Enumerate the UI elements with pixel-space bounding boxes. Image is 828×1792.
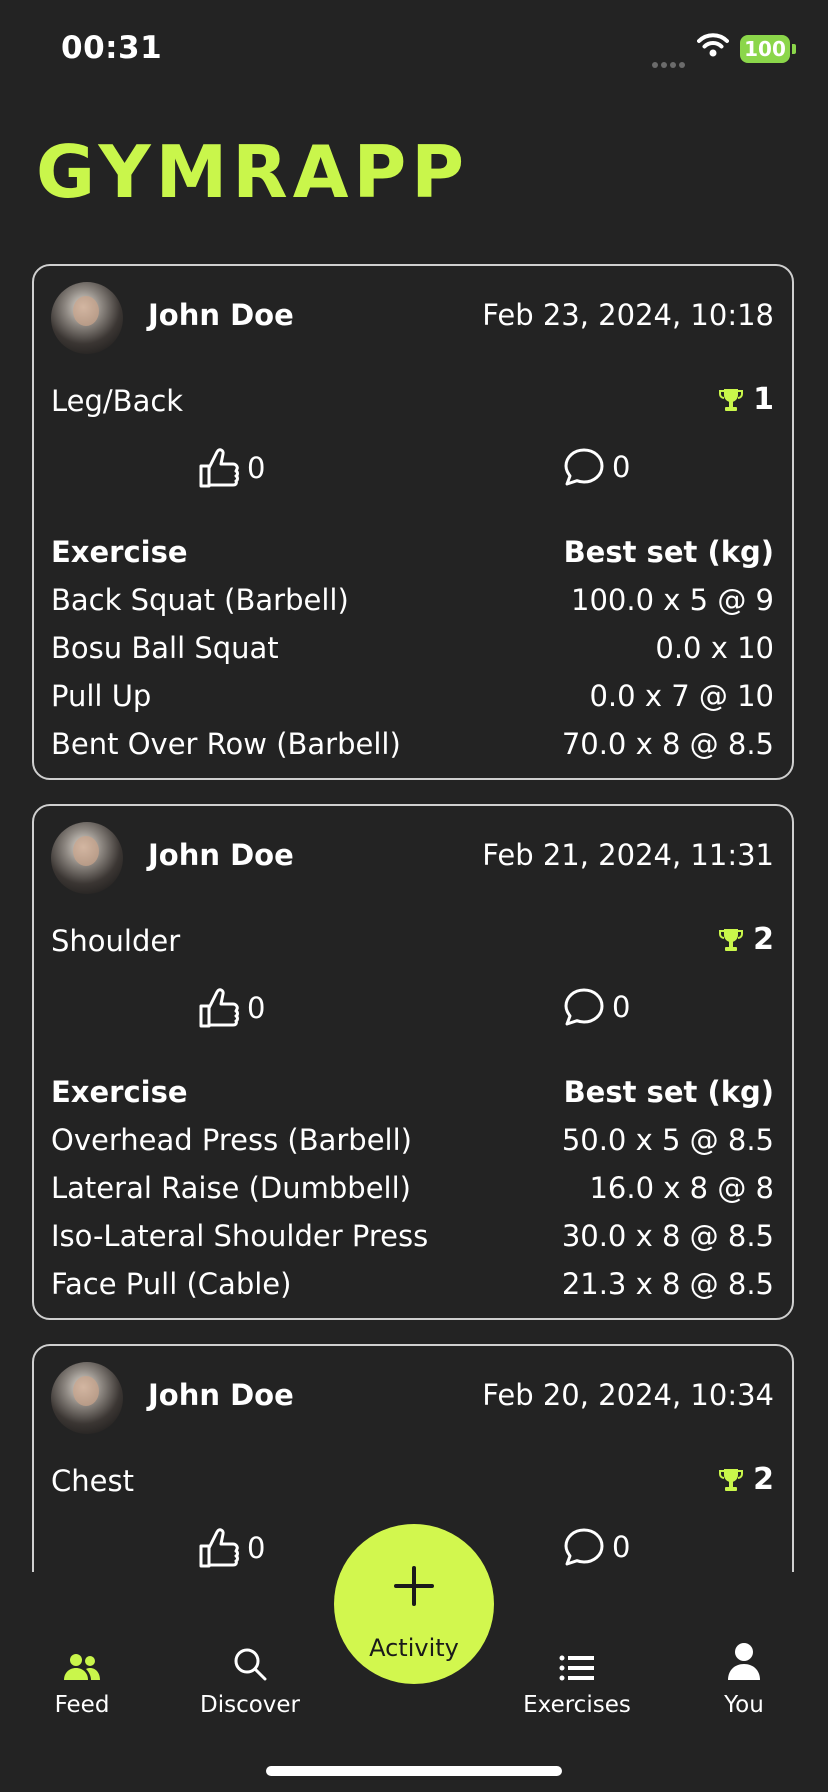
exercise-table: Exercise Best set (kg) Overhead Press (B… bbox=[51, 1068, 774, 1308]
comment-button[interactable]: 0 bbox=[562, 446, 630, 488]
exercise-name: Back Squat (Barbell) bbox=[51, 583, 349, 617]
workout-name: Leg/Back bbox=[51, 384, 184, 418]
thumbs-up-icon bbox=[199, 1528, 239, 1568]
workout-card[interactable]: John Doe Feb 21, 2024, 11:31 Shoulder 2 … bbox=[32, 804, 794, 1320]
add-activity-button[interactable]: Activity bbox=[334, 1524, 494, 1684]
users-icon bbox=[64, 1654, 100, 1680]
exercise-table: Exercise Best set (kg) Back Squat (Barbe… bbox=[51, 528, 774, 768]
comment-count: 0 bbox=[612, 450, 631, 484]
trophy-icon bbox=[719, 1468, 744, 1491]
best-set: 16.0 x 8 @ 8 bbox=[589, 1171, 774, 1205]
exercise-column-header: Exercise bbox=[51, 535, 188, 569]
nav-discover-label: Discover bbox=[199, 1692, 301, 1718]
pr-count: 2 bbox=[753, 922, 774, 957]
comment-count: 0 bbox=[612, 990, 631, 1024]
workout-name: Shoulder bbox=[51, 924, 181, 958]
battery-indicator: 100 bbox=[740, 35, 790, 63]
like-count: 0 bbox=[247, 1531, 266, 1565]
nav-you[interactable]: You bbox=[674, 1632, 814, 1718]
avatar[interactable] bbox=[51, 282, 123, 354]
table-header: Exercise Best set (kg) bbox=[51, 528, 774, 576]
workout-card[interactable]: John Doe Feb 23, 2024, 10:18 Leg/Back 1 … bbox=[32, 264, 794, 780]
workout-date: Feb 20, 2024, 10:34 bbox=[482, 1378, 774, 1412]
workout-date: Feb 21, 2024, 11:31 bbox=[482, 838, 774, 872]
status-bar: 00:31 100 bbox=[0, 0, 828, 100]
search-icon bbox=[234, 1648, 267, 1681]
best-set-column-header: Best set (kg) bbox=[563, 535, 774, 569]
comment-icon bbox=[564, 1528, 604, 1566]
exercise-name: Overhead Press (Barbell) bbox=[51, 1123, 412, 1157]
thumbs-up-icon bbox=[199, 448, 239, 488]
best-set-column-header: Best set (kg) bbox=[563, 1075, 774, 1109]
trophy-icon bbox=[719, 388, 744, 411]
nav-feed[interactable]: Feed bbox=[12, 1632, 152, 1718]
user-name[interactable]: John Doe bbox=[148, 838, 294, 872]
table-row: Back Squat (Barbell) 100.0 x 5 @ 9 bbox=[51, 576, 774, 624]
list-icon bbox=[559, 1655, 594, 1681]
workout-date: Feb 23, 2024, 10:18 bbox=[482, 298, 774, 332]
pr-count: 2 bbox=[753, 1462, 774, 1497]
pr-badge: 2 bbox=[717, 922, 774, 957]
exercise-name: Iso-Lateral Shoulder Press bbox=[51, 1219, 429, 1253]
like-button[interactable]: 0 bbox=[197, 986, 265, 1030]
table-row: Face Pull (Cable) 21.3 x 8 @ 8.5 bbox=[51, 1260, 774, 1308]
exercise-name: Bent Over Row (Barbell) bbox=[51, 727, 401, 761]
nav-you-label: You bbox=[724, 1692, 764, 1718]
table-row: Pull Up 0.0 x 7 @ 10 bbox=[51, 672, 774, 720]
nav-discover[interactable]: Discover bbox=[180, 1632, 320, 1718]
thumbs-up-icon bbox=[199, 988, 239, 1028]
comment-button[interactable]: 0 bbox=[562, 1526, 630, 1568]
comment-icon bbox=[564, 988, 604, 1026]
best-set: 0.0 x 7 @ 10 bbox=[589, 679, 774, 713]
best-set: 50.0 x 5 @ 8.5 bbox=[561, 1123, 774, 1157]
add-activity-label: Activity bbox=[369, 1634, 459, 1662]
best-set: 100.0 x 5 @ 9 bbox=[571, 583, 774, 617]
table-header: Exercise Best set (kg) bbox=[51, 1068, 774, 1116]
workout-name: Chest bbox=[51, 1464, 134, 1498]
like-count: 0 bbox=[247, 451, 266, 485]
feed-list[interactable]: John Doe Feb 23, 2024, 10:18 Leg/Back 1 … bbox=[0, 262, 828, 1572]
exercise-name: Pull Up bbox=[51, 679, 152, 713]
user-name[interactable]: John Doe bbox=[148, 298, 294, 332]
status-time: 00:31 bbox=[61, 30, 163, 66]
like-button[interactable]: 0 bbox=[197, 1526, 265, 1570]
pr-badge: 1 bbox=[717, 382, 774, 417]
avatar[interactable] bbox=[51, 1362, 123, 1434]
best-set: 70.0 x 8 @ 8.5 bbox=[561, 727, 774, 761]
nav-exercises[interactable]: Exercises bbox=[507, 1632, 647, 1718]
trophy-icon bbox=[719, 928, 744, 951]
user-icon bbox=[728, 1643, 760, 1680]
exercise-column-header: Exercise bbox=[51, 1075, 188, 1109]
table-row: Overhead Press (Barbell) 50.0 x 5 @ 8.5 bbox=[51, 1116, 774, 1164]
best-set: 0.0 x 10 bbox=[655, 631, 774, 665]
battery-tip bbox=[792, 44, 796, 54]
exercise-name: Face Pull (Cable) bbox=[51, 1267, 292, 1301]
app-title: GYMRAPP bbox=[36, 130, 470, 214]
table-row: Bent Over Row (Barbell) 70.0 x 8 @ 8.5 bbox=[51, 720, 774, 768]
nav-feed-label: Feed bbox=[54, 1692, 110, 1718]
nav-exercises-label: Exercises bbox=[523, 1692, 631, 1718]
wifi-icon bbox=[697, 32, 729, 62]
avatar[interactable] bbox=[51, 822, 123, 894]
home-indicator[interactable] bbox=[266, 1766, 562, 1776]
comment-button[interactable]: 0 bbox=[562, 986, 630, 1028]
exercise-name: Bosu Ball Squat bbox=[51, 631, 279, 665]
user-name[interactable]: John Doe bbox=[148, 1378, 294, 1412]
plus-icon bbox=[394, 1566, 434, 1606]
pr-badge: 2 bbox=[717, 1462, 774, 1497]
table-row: Iso-Lateral Shoulder Press 30.0 x 8 @ 8.… bbox=[51, 1212, 774, 1260]
best-set: 30.0 x 8 @ 8.5 bbox=[561, 1219, 774, 1253]
comment-icon bbox=[564, 448, 604, 486]
pr-count: 1 bbox=[753, 382, 774, 417]
table-row: Bosu Ball Squat 0.0 x 10 bbox=[51, 624, 774, 672]
table-row: Lateral Raise (Dumbbell) 16.0 x 8 @ 8 bbox=[51, 1164, 774, 1212]
like-count: 0 bbox=[247, 991, 266, 1025]
comment-count: 0 bbox=[612, 1530, 631, 1564]
like-button[interactable]: 0 bbox=[197, 446, 265, 490]
best-set: 21.3 x 8 @ 8.5 bbox=[561, 1267, 774, 1301]
cellular-signal-icon bbox=[652, 53, 688, 72]
exercise-name: Lateral Raise (Dumbbell) bbox=[51, 1171, 411, 1205]
